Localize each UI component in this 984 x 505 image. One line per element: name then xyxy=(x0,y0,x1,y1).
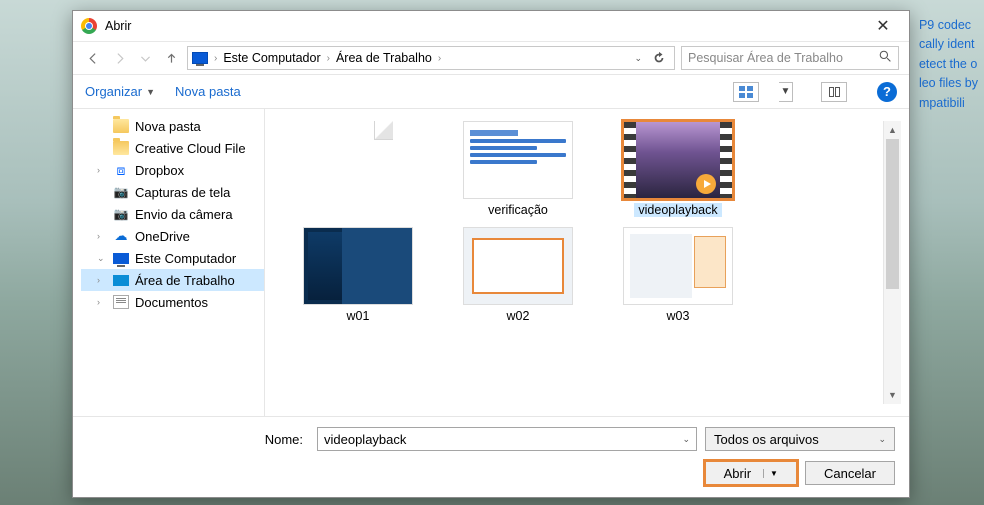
background-page-text: P9 codec cally ident etect the o leo fil… xyxy=(919,16,978,113)
tree-item-label: Capturas de tela xyxy=(135,185,230,200)
file-item[interactable]: verificação xyxy=(453,121,583,217)
organize-menu[interactable]: Organizar▼ xyxy=(85,84,155,99)
navigation-tree: Nova pasta Creative Cloud File › ⧈ Dropbox 📷 C… xyxy=(73,109,265,416)
breadcrumb-root[interactable]: Este Computador xyxy=(223,51,320,65)
tree-item-label: OneDrive xyxy=(135,229,190,244)
filename-label: Nome: xyxy=(87,432,309,447)
nav-recent-button[interactable] xyxy=(135,48,155,68)
file-name-label: videoplayback xyxy=(634,203,721,217)
file-name-label: w01 xyxy=(347,309,370,323)
filename-input[interactable]: videoplayback ⌄ xyxy=(317,427,697,451)
dropbox-icon: ⧈ xyxy=(113,163,129,177)
file-thumbnail xyxy=(623,121,733,199)
expand-toggle-icon[interactable]: › xyxy=(97,275,107,285)
close-button[interactable]: ✕ xyxy=(861,12,905,40)
file-thumbnail xyxy=(303,227,413,305)
tree-item-creative-cloud-file[interactable]: Creative Cloud File xyxy=(81,137,264,159)
chevron-right-icon: › xyxy=(212,53,219,64)
view-mode-button[interactable] xyxy=(733,82,759,102)
tree-item-este-computador[interactable]: ⌄ Este Computador xyxy=(81,247,264,269)
tree-item-label: Documentos xyxy=(135,295,208,310)
refresh-button[interactable] xyxy=(648,47,670,69)
chevron-right-icon: › xyxy=(436,53,443,64)
file-item[interactable]: w02 xyxy=(453,227,583,323)
tree-item-label: Área de Trabalho xyxy=(135,273,235,288)
file-item[interactable]: videoplayback xyxy=(613,121,743,217)
scroll-up-button[interactable]: ▲ xyxy=(884,121,901,139)
expand-toggle-icon[interactable]: › xyxy=(97,231,107,241)
file-name-label: w03 xyxy=(667,309,690,323)
folder-icon xyxy=(113,119,129,133)
nav-bar: › Este Computador › Área de Trabalho › ⌄… xyxy=(73,41,909,75)
chevron-down-icon[interactable]: ⌄ xyxy=(878,434,886,445)
file-type-filter[interactable]: Todos os arquivos ⌄ xyxy=(705,427,895,451)
dialog-footer: Nome: videoplayback ⌄ Todos os arquivos … xyxy=(73,416,909,497)
nav-forward-button[interactable] xyxy=(109,48,129,68)
chevron-down-icon[interactable]: ⌄ xyxy=(682,434,690,445)
breadcrumb-dropdown[interactable]: ⌄ xyxy=(634,53,642,64)
scrollbar[interactable]: ▲ ▼ xyxy=(883,121,901,404)
help-button[interactable]: ? xyxy=(877,82,897,102)
tree-item-onedrive[interactable]: › ☁ OneDrive xyxy=(81,225,264,247)
scroll-down-button[interactable]: ▼ xyxy=(884,386,901,404)
file-item[interactable]: w03 xyxy=(613,227,743,323)
chrome-icon xyxy=(81,18,97,34)
new-folder-button[interactable]: Nova pasta xyxy=(175,84,241,99)
file-thumbnail xyxy=(623,227,733,305)
file-thumbnail xyxy=(463,227,573,305)
cancel-button[interactable]: Cancelar xyxy=(805,461,895,485)
dialog-title: Abrir xyxy=(105,19,131,33)
file-item[interactable]: w01 xyxy=(293,227,423,323)
preview-pane-button[interactable] xyxy=(821,82,847,102)
open-file-dialog: Abrir ✕ › Este Computador › Área de Trab… xyxy=(72,10,910,498)
expand-toggle-icon[interactable]: › xyxy=(97,165,107,175)
titlebar: Abrir ✕ xyxy=(73,11,909,41)
chevron-right-icon: › xyxy=(325,53,332,64)
breadcrumb[interactable]: › Este Computador › Área de Trabalho › ⌄ xyxy=(187,46,675,70)
expand-toggle-icon[interactable]: ⌄ xyxy=(97,253,107,264)
breadcrumb-current[interactable]: Área de Trabalho xyxy=(336,51,432,65)
onedrive-icon: ☁ xyxy=(113,229,129,243)
tree-item-envio-da-câmera[interactable]: 📷 Envio da câmera xyxy=(81,203,264,225)
search-input[interactable]: Pesquisar Área de Trabalho xyxy=(681,46,899,70)
search-placeholder: Pesquisar Área de Trabalho xyxy=(688,51,843,65)
tree-item-área-de-trabalho[interactable]: › Área de Trabalho xyxy=(81,269,264,291)
toolbar: Organizar▼ Nova pasta ▼ ? xyxy=(73,75,909,109)
file-name-label: verificação xyxy=(488,203,548,217)
file-thumbnail xyxy=(463,121,573,199)
nav-up-button[interactable] xyxy=(161,48,181,68)
file-list-pane: verificação videoplayback w01 w02 w03 ▲ ▼ xyxy=(265,109,909,416)
desktop-icon xyxy=(113,275,129,286)
tree-item-label: Dropbox xyxy=(135,163,184,178)
camera-icon: 📷 xyxy=(113,185,129,199)
camera-icon: 📷 xyxy=(113,207,129,221)
view-mode-dropdown[interactable]: ▼ xyxy=(779,82,793,102)
tree-item-dropbox[interactable]: › ⧈ Dropbox xyxy=(81,159,264,181)
docs-icon xyxy=(113,295,129,309)
file-thumbnail xyxy=(323,121,393,199)
monitor-icon xyxy=(113,253,129,264)
tree-item-nova-pasta[interactable]: Nova pasta xyxy=(81,115,264,137)
play-icon xyxy=(696,174,716,194)
tree-item-label: Envio da câmera xyxy=(135,207,233,222)
tree-item-capturas-de-tela[interactable]: 📷 Capturas de tela xyxy=(81,181,264,203)
computer-icon xyxy=(192,52,208,64)
scroll-thumb[interactable] xyxy=(886,139,899,289)
cc-icon xyxy=(113,141,129,155)
expand-toggle-icon[interactable]: › xyxy=(97,297,107,307)
tree-item-documentos[interactable]: › Documentos xyxy=(81,291,264,313)
nav-back-button[interactable] xyxy=(83,48,103,68)
file-item[interactable] xyxy=(293,121,423,217)
tree-item-label: Este Computador xyxy=(135,251,236,266)
open-split-dropdown[interactable]: ▼ xyxy=(763,469,778,478)
file-name-label: w02 xyxy=(507,309,530,323)
tree-item-label: Nova pasta xyxy=(135,119,201,134)
search-icon xyxy=(879,50,892,66)
tree-item-label: Creative Cloud File xyxy=(135,141,246,156)
open-button[interactable]: Abrir▼ xyxy=(705,461,797,485)
